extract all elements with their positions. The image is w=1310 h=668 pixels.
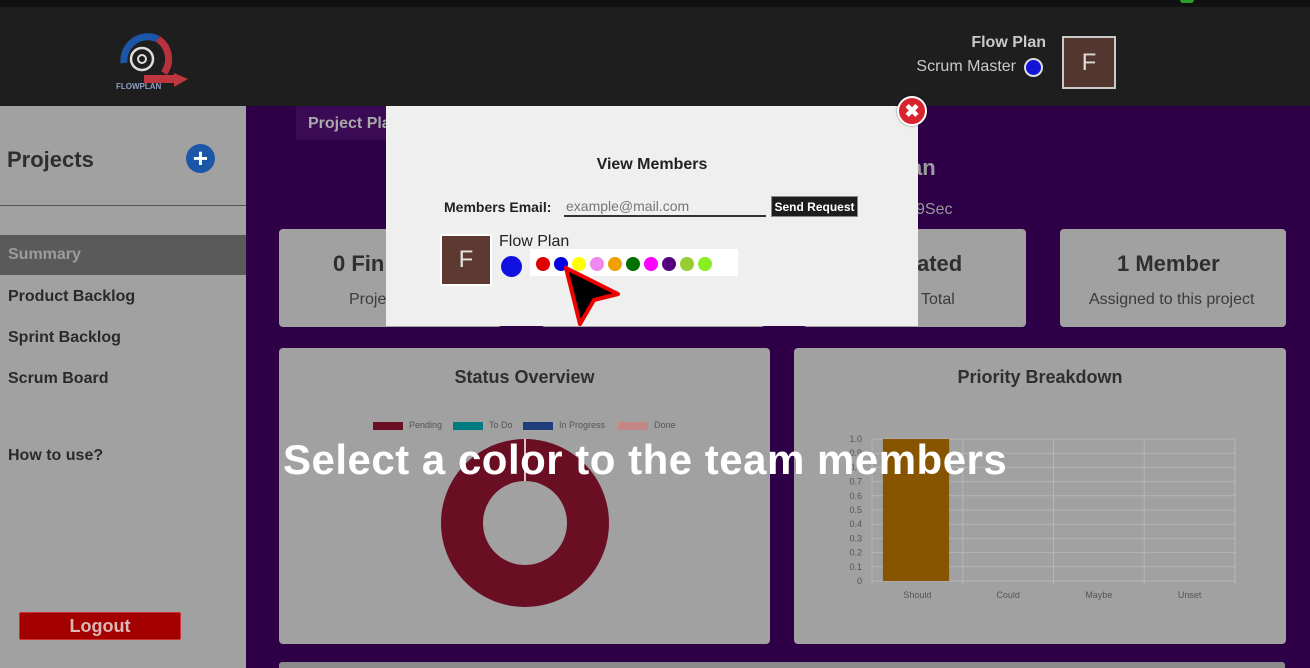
card-members: 1 Member Assigned to this project bbox=[1060, 229, 1286, 327]
close-icon[interactable]: ✖ bbox=[897, 96, 927, 126]
how-to-use-link[interactable]: How to use? bbox=[0, 436, 246, 476]
y-tick-label: 0.4 bbox=[849, 519, 862, 529]
legend-in-progress[interactable]: In Progress bbox=[559, 420, 605, 430]
color-swatch[interactable] bbox=[626, 257, 640, 271]
card-small-text: Proje bbox=[349, 291, 387, 308]
time-fragment: 9Sec bbox=[916, 201, 953, 218]
color-swatch[interactable] bbox=[536, 257, 550, 271]
x-tick-label: Should bbox=[903, 590, 931, 600]
color-swatch[interactable] bbox=[680, 257, 694, 271]
logo-text: FLOWPLAN bbox=[116, 82, 162, 91]
sidebar-item-summary[interactable]: Summary bbox=[0, 235, 246, 275]
member-avatar: F bbox=[440, 234, 492, 286]
color-swatch[interactable] bbox=[644, 257, 658, 271]
status-overview-title: Status Overview bbox=[454, 367, 595, 387]
members-email-input[interactable] bbox=[564, 196, 766, 217]
add-project-button[interactable]: + bbox=[186, 144, 215, 173]
projects-title: Projects bbox=[7, 147, 94, 172]
top-strip bbox=[0, 0, 1310, 7]
logout-button[interactable]: Logout bbox=[19, 612, 181, 640]
view-members-modal: View Members Members Email: Send Request… bbox=[386, 106, 918, 326]
priority-breakdown-title: Priority Breakdown bbox=[957, 367, 1123, 387]
y-tick-label: 0 bbox=[857, 576, 862, 586]
card-small-text: Assigned to this project bbox=[1089, 291, 1255, 308]
modal-title: View Members bbox=[596, 156, 708, 173]
app-header: FLOWPLAN Flow Plan Scrum Master F bbox=[0, 7, 1310, 106]
card-small-text: Total bbox=[921, 291, 955, 308]
color-swatch[interactable] bbox=[662, 257, 676, 271]
legend-pending[interactable]: Pending bbox=[409, 420, 442, 430]
card-big-text: 0 Fin bbox=[333, 251, 385, 276]
status-indicator bbox=[1180, 0, 1194, 3]
legend-todo[interactable]: To Do bbox=[489, 420, 513, 430]
tutorial-caption: Select a color to the team members bbox=[283, 436, 1008, 483]
y-tick-label: 0.2 bbox=[849, 548, 862, 558]
bottom-card-edge bbox=[279, 662, 1285, 668]
tab-project-plan[interactable]: Project Pla bbox=[296, 106, 400, 140]
y-tick-label: 0.6 bbox=[849, 491, 862, 501]
y-tick-label: 0.3 bbox=[849, 533, 862, 543]
y-tick-label: 0.1 bbox=[849, 562, 862, 572]
sidebar-item-product-backlog[interactable]: Product Backlog bbox=[0, 277, 246, 317]
send-request-button[interactable]: Send Request bbox=[771, 196, 858, 217]
user-name: Flow Plan bbox=[971, 34, 1046, 51]
member-selected-color bbox=[501, 256, 522, 277]
legend-swatch-in-progress bbox=[523, 422, 553, 430]
user-role: Scrum Master bbox=[916, 58, 1016, 75]
mouse-cursor-icon bbox=[564, 266, 620, 326]
legend-swatch-done bbox=[618, 422, 648, 430]
card-big-text: 1 Member bbox=[1117, 251, 1220, 276]
flowplan-logo[interactable]: FLOWPLAN bbox=[114, 29, 190, 91]
y-tick-label: 0.5 bbox=[849, 505, 862, 515]
sidebar-item-scrum-board[interactable]: Scrum Board bbox=[0, 359, 246, 399]
x-tick-label: Maybe bbox=[1085, 590, 1112, 600]
sidebar-item-sprint-backlog[interactable]: Sprint Backlog bbox=[0, 318, 246, 358]
sidebar: Projects + Summary Product Backlog Sprin… bbox=[0, 106, 246, 668]
members-email-label: Members Email: bbox=[444, 199, 552, 215]
legend-done[interactable]: Done bbox=[654, 420, 676, 430]
user-avatar[interactable]: F bbox=[1062, 36, 1116, 89]
x-tick-label: Could bbox=[996, 590, 1020, 600]
x-tick-label: Unset bbox=[1178, 590, 1202, 600]
card-big-text: ated bbox=[917, 251, 963, 276]
legend-swatch-todo bbox=[453, 422, 483, 430]
divider bbox=[0, 205, 246, 206]
color-swatch[interactable] bbox=[698, 257, 712, 271]
role-color-dot bbox=[1024, 58, 1043, 77]
legend-swatch-pending bbox=[373, 422, 403, 430]
